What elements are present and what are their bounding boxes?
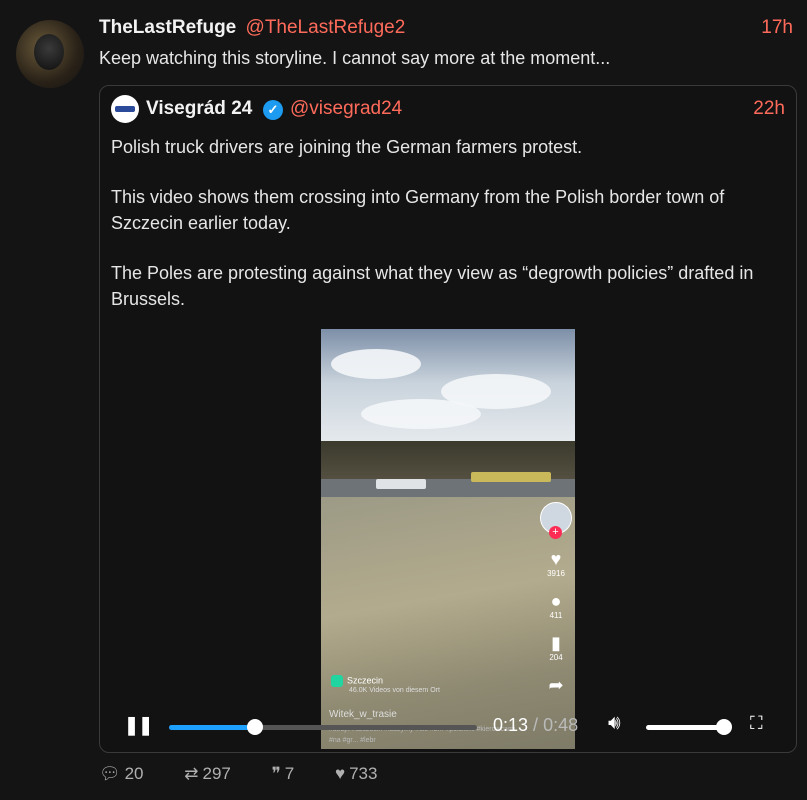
video-cloud xyxy=(361,399,481,429)
tweet-time[interactable]: 17h xyxy=(761,17,793,39)
quote-count: 7 xyxy=(284,764,295,783)
truck xyxy=(471,472,551,482)
volume-handle[interactable] xyxy=(716,719,732,735)
retweet-count: 297 xyxy=(202,764,231,783)
quote-author-name[interactable]: Visegrád 24 xyxy=(146,98,252,120)
tweet-actions: 💬︎ 20 ⇄ 297 ❞ 7 ♥ 733 xyxy=(99,764,413,784)
progress-fill xyxy=(169,725,256,730)
video-frame[interactable]: + ♥ 3916 ● 411 ▮ 204 ➦ Szczecin 46.0K Vi… xyxy=(321,329,575,749)
video-controls: ❚❚ 0:13 / 0:48 🔊︎ ⛶ xyxy=(100,691,796,751)
follow-plus-icon[interactable]: + xyxy=(549,526,562,539)
video-cloud xyxy=(331,349,421,379)
quote-author-avatar[interactable] xyxy=(111,95,139,123)
heart-icon: ♥ xyxy=(334,764,346,783)
tiktok-save[interactable]: ▮ 204 xyxy=(541,633,571,662)
comment-bubble-icon: ● xyxy=(550,591,562,611)
video-road xyxy=(321,479,575,499)
tiktok-comment[interactable]: ● 411 xyxy=(541,591,571,620)
verified-badge-icon: ✓ xyxy=(263,100,283,120)
like-count: 733 xyxy=(349,764,378,783)
duration: 0:48 xyxy=(543,715,579,735)
quote-action[interactable]: ❞ 7 xyxy=(272,764,313,783)
quote-paragraph: Polish truck drivers are joining the Ger… xyxy=(111,137,583,157)
tiktok-save-count: 204 xyxy=(549,653,563,662)
reply-icon: 💬︎ xyxy=(99,764,121,783)
tweet-header: TheLastRefuge @TheLastRefuge2 xyxy=(99,17,405,39)
tiktok-comment-count: 411 xyxy=(549,611,563,620)
reply-count: 20 xyxy=(124,764,144,783)
author-handle[interactable]: @TheLastRefuge2 xyxy=(246,17,406,38)
author-name[interactable]: TheLastRefuge xyxy=(99,17,236,38)
quote-paragraph: This video shows them crossing into Germ… xyxy=(111,187,725,233)
current-time: 0:13 xyxy=(493,715,529,735)
location-name: Szczecin xyxy=(347,675,384,686)
tiktok-like-count: 3916 xyxy=(547,569,565,578)
location-pin-icon xyxy=(331,675,343,687)
timecode: 0:13 / 0:48 xyxy=(493,715,578,736)
like-action[interactable]: ♥ 733 xyxy=(335,764,395,783)
quote-time[interactable]: 22h xyxy=(753,98,785,120)
quote-icon: ❞ xyxy=(271,764,281,783)
quote-text: Polish truck drivers are joining the Ger… xyxy=(111,134,781,336)
volume-slider[interactable] xyxy=(646,719,732,735)
progress-bar[interactable] xyxy=(169,719,477,735)
author-avatar[interactable] xyxy=(16,20,84,88)
bookmark-icon: ▮ xyxy=(551,633,561,653)
progress-handle[interactable] xyxy=(247,719,264,735)
volume-icon[interactable]: 🔊︎ xyxy=(608,712,621,735)
retweet-action[interactable]: ⇄ 297 xyxy=(184,764,249,783)
heart-icon: ♥ xyxy=(550,549,562,569)
fullscreen-icon[interactable]: ⛶ xyxy=(750,713,763,734)
truck xyxy=(376,479,426,489)
quote-paragraph: The Poles are protesting against what th… xyxy=(111,263,754,309)
reply-action[interactable]: 💬︎ 20 xyxy=(99,764,162,783)
tweet-text: Keep watching this storyline. I cannot s… xyxy=(99,48,611,68)
pause-icon[interactable]: ❚❚ xyxy=(124,715,153,736)
video-location[interactable]: Szczecin xyxy=(331,675,383,687)
time-separator: / xyxy=(528,715,544,735)
quote-author-handle[interactable]: @visegrad24 xyxy=(290,98,402,120)
quoted-tweet[interactable]: Visegrád 24 ✓ @visegrad24 22h Polish tru… xyxy=(99,85,797,753)
tiktok-like[interactable]: ♥ 3916 xyxy=(541,549,571,578)
retweet-icon: ⇄ xyxy=(184,764,199,783)
